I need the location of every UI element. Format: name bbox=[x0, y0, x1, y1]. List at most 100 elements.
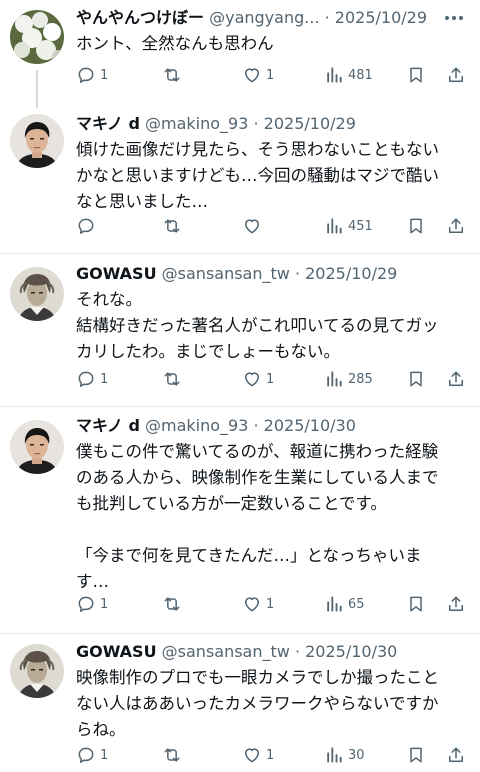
tweet-text: 僕もこの件で驚いてるのが、報道に携わった経験 のある人から、映像制作を生業にして… bbox=[76, 442, 439, 591]
heart-icon bbox=[245, 68, 259, 83]
handle[interactable]: @yangyang... bbox=[209, 8, 319, 27]
views-button[interactable]: 285 bbox=[324, 366, 373, 392]
timestamp[interactable]: · 2025/10/29 bbox=[253, 114, 355, 133]
avatar[interactable] bbox=[10, 10, 64, 64]
tweet[interactable]: マキノ d @makino_93 · 2025/10/30 僕もこの件で驚いてる… bbox=[0, 410, 480, 636]
tweet-header: やんやんつけぼー @yangyang... · 2025/10/29 bbox=[76, 6, 466, 30]
view-count: 481 bbox=[348, 67, 373, 83]
bookmark-button[interactable] bbox=[406, 62, 426, 88]
view-count: 451 bbox=[348, 218, 373, 234]
handle[interactable]: @sansansan_tw bbox=[162, 264, 290, 283]
retweet-icon bbox=[164, 219, 180, 233]
share-icon bbox=[449, 747, 463, 762]
share-icon bbox=[449, 218, 463, 233]
bookmark-icon bbox=[410, 67, 422, 83]
heart-icon bbox=[245, 372, 259, 387]
views-button[interactable]: 30 bbox=[324, 742, 365, 768]
like-button[interactable] bbox=[242, 213, 266, 239]
bookmark-icon bbox=[410, 747, 422, 763]
timestamp[interactable]: · 2025/10/30 bbox=[295, 642, 397, 661]
retweet-icon bbox=[164, 68, 180, 82]
retweet-button[interactable] bbox=[162, 742, 186, 768]
like-button[interactable]: 1 bbox=[242, 62, 274, 88]
separator bbox=[0, 253, 480, 254]
share-button[interactable] bbox=[446, 366, 466, 392]
reply-icon bbox=[78, 371, 94, 387]
avatar[interactable] bbox=[10, 114, 64, 168]
share-button[interactable] bbox=[446, 742, 466, 768]
handle[interactable]: @makino_93 bbox=[145, 416, 248, 435]
bookmark-icon bbox=[410, 371, 422, 387]
share-button[interactable] bbox=[446, 213, 466, 239]
bookmark-button[interactable] bbox=[406, 366, 426, 392]
action-bar: 451 bbox=[76, 213, 470, 239]
handle[interactable]: @sansansan_tw bbox=[162, 642, 290, 661]
avatar[interactable] bbox=[10, 420, 64, 474]
handle[interactable]: @makino_93 bbox=[145, 114, 248, 133]
display-name[interactable]: やんやんつけぼー bbox=[76, 8, 204, 27]
tweet-header: GOWASU @sansansan_tw · 2025/10/30 bbox=[76, 640, 466, 664]
reply-button[interactable]: 1 bbox=[76, 591, 108, 617]
tweet-header: マキノ d @makino_93 · 2025/10/29 bbox=[76, 112, 466, 136]
share-icon bbox=[449, 67, 463, 82]
views-icon bbox=[327, 747, 342, 763]
bookmark-icon bbox=[410, 596, 422, 612]
reply-icon bbox=[78, 218, 94, 234]
retweet-button[interactable] bbox=[162, 366, 186, 392]
share-button[interactable] bbox=[446, 62, 466, 88]
reply-button[interactable]: 1 bbox=[76, 366, 108, 392]
tweet[interactable]: マキノ d @makino_93 · 2025/10/29 傾けた画像だけ見たら… bbox=[0, 108, 480, 258]
views-button[interactable]: 451 bbox=[324, 213, 373, 239]
avatar[interactable] bbox=[10, 267, 64, 321]
action-bar: 1 1 30 bbox=[76, 742, 470, 768]
share-icon bbox=[449, 596, 463, 611]
like-button[interactable]: 1 bbox=[242, 742, 274, 768]
timestamp[interactable]: · 2025/10/29 bbox=[325, 8, 427, 27]
tweet[interactable]: GOWASU @sansansan_tw · 2025/10/29 それな。 結… bbox=[0, 258, 480, 408]
tweet-text: ホント、全然なんも思わん bbox=[76, 34, 274, 53]
views-button[interactable]: 481 bbox=[324, 62, 373, 88]
like-count: 1 bbox=[266, 747, 275, 763]
avatar[interactable] bbox=[10, 644, 64, 698]
reply-button[interactable] bbox=[76, 213, 100, 239]
separator bbox=[0, 406, 480, 407]
views-button[interactable]: 65 bbox=[324, 591, 365, 617]
views-icon bbox=[327, 67, 342, 83]
retweet-icon bbox=[164, 372, 180, 386]
bookmark-button[interactable] bbox=[406, 213, 426, 239]
tweet-text: 映像制作のプロでも一眼カメラでしか撮ったこと ない人はああいったカメラワークやら… bbox=[76, 668, 439, 739]
bookmark-button[interactable] bbox=[406, 742, 426, 768]
like-button[interactable]: 1 bbox=[242, 366, 274, 392]
bookmark-button[interactable] bbox=[406, 591, 426, 617]
heart-icon bbox=[245, 597, 259, 612]
view-count: 65 bbox=[348, 596, 365, 612]
display-name[interactable]: GOWASU bbox=[76, 264, 157, 283]
retweet-button[interactable] bbox=[162, 62, 186, 88]
timestamp[interactable]: · 2025/10/30 bbox=[253, 416, 355, 435]
display-name[interactable]: マキノ d bbox=[76, 114, 140, 133]
reply-icon bbox=[78, 747, 94, 763]
retweet-icon bbox=[164, 597, 180, 611]
retweet-button[interactable] bbox=[162, 213, 186, 239]
tweet-header: GOWASU @sansansan_tw · 2025/10/29 bbox=[76, 262, 466, 286]
reply-button[interactable]: 1 bbox=[76, 62, 108, 88]
share-button[interactable] bbox=[446, 591, 466, 617]
tweet[interactable]: GOWASU @sansansan_tw · 2025/10/30 映像制作のプ… bbox=[0, 636, 480, 772]
tweet[interactable]: やんやんつけぼー @yangyang... · 2025/10/29 ホント、全… bbox=[0, 0, 480, 108]
bookmark-icon bbox=[410, 218, 422, 234]
timestamp[interactable]: · 2025/10/29 bbox=[295, 264, 397, 283]
like-count: 1 bbox=[266, 67, 275, 83]
view-count: 30 bbox=[348, 747, 365, 763]
tweet-header: マキノ d @makino_93 · 2025/10/30 bbox=[76, 414, 466, 438]
retweet-button[interactable] bbox=[162, 591, 186, 617]
reply-count: 1 bbox=[100, 596, 109, 612]
reply-icon bbox=[78, 67, 94, 83]
views-icon bbox=[327, 218, 342, 234]
tweet-text: 傾けた画像だけ見たら、そう思わないこともない かなと思いますけども…今回の騒動は… bbox=[76, 140, 439, 211]
more-icon[interactable] bbox=[442, 6, 466, 30]
like-button[interactable]: 1 bbox=[242, 591, 274, 617]
display-name[interactable]: マキノ d bbox=[76, 416, 140, 435]
display-name[interactable]: GOWASU bbox=[76, 642, 157, 661]
reply-button[interactable]: 1 bbox=[76, 742, 108, 768]
like-count: 1 bbox=[266, 596, 275, 612]
